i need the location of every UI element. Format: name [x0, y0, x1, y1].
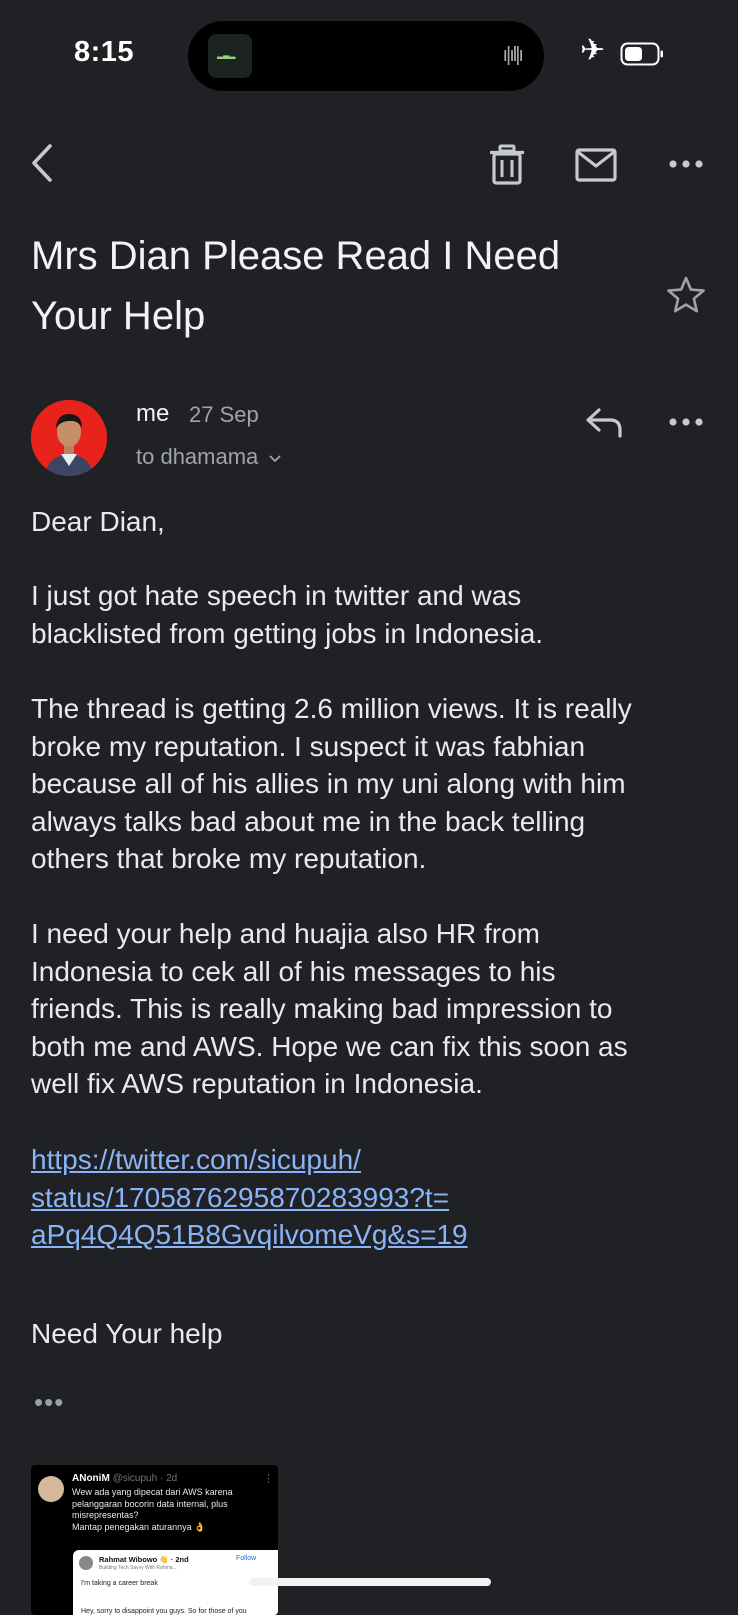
email-paragraph: I just got hate speech in twitter and wa… [31, 577, 711, 652]
tweet-line: Mantap penegakan aturannya 👌 [72, 1521, 206, 1532]
quoted-follow-label: Follow [236, 1555, 257, 1562]
home-indicator[interactable] [249, 1578, 491, 1586]
audio-wave-icon: ı|ıl|ı [502, 44, 523, 66]
sender-avatar[interactable] [31, 400, 107, 476]
quoted-author-avatar [79, 1556, 93, 1570]
inline-image-preview[interactable]: ANoniM @sicupuh · 2d ⋮ Wew ada yang dipe… [31, 1465, 278, 1615]
paragraph-line: I need your help and huajia also HR from [31, 918, 540, 949]
paragraph-line: both me and AWS. Hope we can fix this so… [31, 1030, 628, 1062]
paragraph-line: I just got hate speech in twitter and wa… [31, 580, 522, 611]
message-more-options-icon[interactable] [668, 408, 704, 436]
link-line[interactable]: https://twitter.com/sicupuh/ [31, 1141, 711, 1179]
tweet-more-icon: ⋮ [263, 1473, 274, 1485]
paragraph-line: well fix AWS reputation in Indonesia. [31, 1068, 483, 1099]
email-subject: Mrs Dian Please Read I Need Your Help [31, 226, 631, 346]
paragraph-line: blacklisted from getting jobs in Indones… [31, 617, 544, 649]
paragraph-line: Indonesia to cek all of his messages to … [31, 955, 556, 987]
show-trimmed-content-button[interactable]: ••• [34, 1389, 64, 1415]
sender-name: me [136, 400, 170, 427]
mail-unread-icon[interactable] [575, 148, 617, 182]
sent-date: 27 Sep [189, 402, 259, 427]
tweet-handle-time: @sicupuh · 2d [112, 1473, 178, 1484]
email-paragraph: The thread is getting 2.6 million views.… [31, 690, 711, 878]
tweet-author-avatar [38, 1476, 64, 1502]
tweet-author: ANoniM [72, 1473, 110, 1484]
airplane-icon: ✈ [580, 34, 606, 67]
email-signoff: Need Your help [31, 1318, 223, 1349]
paragraph-line: always talks bad about me in the back te… [31, 805, 586, 837]
twitter-link[interactable]: https://twitter.com/sicupuh/ status/1705… [31, 1141, 711, 1254]
status-time: 8:15 [74, 36, 135, 68]
tweet-line: misrepresentas? [72, 1510, 139, 1520]
star-icon[interactable] [666, 275, 706, 315]
paragraph-line: friends. This is really making bad impre… [31, 993, 613, 1024]
quoted-author-headline: Building Tech Savvy With Rahma... [99, 1565, 177, 1571]
reply-icon[interactable] [584, 405, 624, 439]
tweet-text: Wew ada yang dipecat dari AWS karena pel… [72, 1487, 272, 1533]
email-greeting: Dear Dian, [31, 506, 165, 537]
recipient-details[interactable]: to dhamama [136, 444, 282, 470]
paragraph-line: The thread is getting 2.6 million views.… [31, 693, 632, 724]
quoted-post-line: I'm taking a career break [81, 1580, 158, 1587]
tweet-line: pelanggaran bocorin data internal, plus [72, 1498, 228, 1509]
paragraph-line: broke my reputation. I suspect it was fa… [31, 730, 586, 762]
email-paragraph: I need your help and huajia also HR from… [31, 915, 711, 1103]
tweet-header: ANoniM @sicupuh · 2d [72, 1473, 177, 1484]
trash-icon[interactable] [487, 144, 527, 186]
recipient-label: to dhamama [136, 444, 259, 469]
back-arrow-icon[interactable] [26, 140, 66, 186]
battery-icon [620, 42, 663, 66]
quoted-post-line: Hey, sorry to disappoint you guys. So fo… [81, 1608, 247, 1615]
dynamic-island: ▂▃▂ ı|ıl|ı [188, 21, 544, 91]
subject-line: Your Help [31, 294, 206, 338]
now-playing-thumbnail: ▂▃▂ [208, 34, 252, 78]
more-options-icon[interactable] [668, 150, 704, 178]
quoted-author-name: Rahmat Wibowo 👋 · 2nd [99, 1555, 189, 1564]
subject-line: Mrs Dian Please Read I Need [31, 234, 561, 278]
tweet-line: Wew ada yang dipecat dari AWS karena [72, 1487, 233, 1497]
quoted-post-card: Rahmat Wibowo 👋 · 2nd Follow Building Te… [73, 1550, 278, 1615]
link-line[interactable]: aPq4Q4Q51B8GvqilvomeVg&s=19 [31, 1216, 711, 1254]
chevron-down-icon [269, 455, 282, 463]
paragraph-line: others that broke my reputation. [31, 843, 427, 874]
link-line[interactable]: status/1705876295870283993?t= [31, 1179, 711, 1217]
person-photo-icon [31, 400, 107, 476]
paragraph-line: because all of his allies in my uni alon… [31, 768, 626, 799]
